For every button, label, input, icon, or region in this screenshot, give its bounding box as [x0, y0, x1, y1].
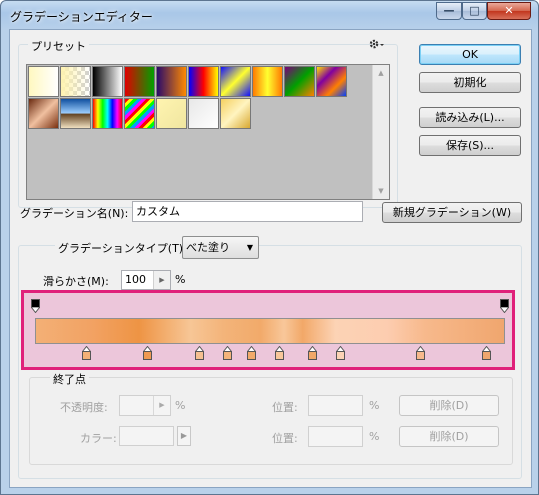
preset-swatch-spectrum[interactable] — [92, 98, 123, 129]
preset-scrollbar[interactable]: ▲ ▼ — [372, 65, 389, 199]
stops-group-label: 終了点 — [50, 371, 89, 387]
smoothness-unit: % — [175, 273, 186, 286]
smoothness-stepper-icon[interactable]: ▶ — [153, 271, 170, 289]
preset-swatch-violet-green-orange[interactable] — [284, 66, 315, 97]
close-button[interactable]: ✕ — [487, 2, 531, 20]
color-stop[interactable] — [274, 345, 284, 360]
dropdown-arrow-icon: ▼ — [246, 243, 253, 252]
color-stop[interactable] — [481, 345, 491, 360]
color-stop[interactable] — [307, 345, 317, 360]
color-stop[interactable] — [143, 345, 153, 360]
opacity-stop[interactable] — [30, 299, 40, 314]
color-stop[interactable] — [82, 345, 92, 360]
color-label: カラー: — [80, 432, 117, 445]
opacity-stop[interactable] — [499, 299, 509, 314]
scroll-up-icon[interactable]: ▲ — [373, 65, 389, 81]
color-stop[interactable] — [195, 345, 204, 360]
maximize-button[interactable]: □ — [462, 2, 487, 20]
presets-label: プリセット — [28, 38, 89, 54]
opacity-input[interactable]: ▶ — [119, 395, 171, 416]
gradient-name-label: グラデーション名(N): — [20, 207, 129, 220]
preset-swatch-transparent-checker[interactable] — [188, 98, 219, 129]
maximize-icon: □ — [469, 4, 480, 17]
delete-opacity-stop-button[interactable]: 削除(D) — [399, 395, 499, 416]
smoothness-label: 滑らかさ(M): — [43, 275, 109, 288]
save-button[interactable]: 保存(S)... — [419, 135, 521, 156]
scroll-down-icon[interactable]: ▼ — [373, 183, 389, 199]
title-bar[interactable]: グラデーションエディター — □ ✕ — [1, 1, 538, 29]
gradient-editor-window: グラデーションエディター — □ ✕ プリセット ▲ ▼ OK 初期化 読み込み… — [0, 0, 539, 495]
ok-button[interactable]: OK — [419, 44, 521, 65]
opacity-position-unit: % — [369, 399, 380, 412]
preset-swatch-violet-orange[interactable] — [156, 66, 187, 97]
preset-swatch-blue-yellow-blue[interactable] — [220, 66, 251, 97]
preset-swatch-transparent-rainbow[interactable] — [124, 98, 155, 129]
preset-swatch-red-green[interactable] — [124, 66, 155, 97]
preset-swatch-copper[interactable] — [28, 98, 59, 129]
preset-swatch-orange-yellow-orange[interactable] — [252, 66, 283, 97]
opacity-position-input[interactable] — [308, 395, 363, 416]
load-button[interactable]: 読み込み(L)... — [419, 107, 521, 128]
minimize-button[interactable]: — — [436, 2, 462, 20]
minimize-icon: — — [443, 4, 455, 17]
color-stop[interactable] — [223, 345, 233, 360]
color-position-label: 位置: — [272, 432, 298, 445]
preset-swatch-yellow-violet-orange-blue[interactable] — [316, 66, 347, 97]
gradient-type-value: べた塗り — [186, 241, 230, 254]
close-icon: ✕ — [504, 4, 514, 17]
opacity-stepper-icon[interactable]: ▶ — [153, 396, 170, 415]
gradient-type-label: グラデーションタイプ(T): — [55, 240, 190, 256]
smoothness-input[interactable]: 100 ▶ — [121, 270, 171, 290]
window-title: グラデーションエディター — [10, 10, 153, 24]
opacity-label: 不透明度: — [60, 401, 108, 414]
preset-swatch-chrome[interactable] — [60, 98, 91, 129]
preset-swatch-foreground-to-transparent[interactable] — [60, 66, 91, 97]
color-swatch[interactable] — [119, 426, 174, 446]
new-gradient-button[interactable]: 新規グラデーション(W) — [382, 202, 522, 223]
preset-swatch-list[interactable]: ▲ ▼ — [26, 64, 390, 200]
gradient-preview-bar[interactable] — [35, 318, 505, 344]
color-stop[interactable] — [246, 345, 256, 360]
gradient-name-input[interactable]: カスタム — [132, 201, 363, 222]
preset-swatch-gold[interactable] — [220, 98, 251, 129]
color-stop[interactable] — [336, 345, 345, 360]
gradient-type-select[interactable]: べた塗り ▼ — [182, 236, 259, 259]
preset-swatch-black-white[interactable] — [92, 66, 123, 97]
preset-swatch-blue-red-yellow[interactable] — [188, 66, 219, 97]
delete-color-stop-button[interactable]: 削除(D) — [399, 426, 499, 447]
reset-button[interactable]: 初期化 — [419, 72, 521, 93]
color-position-input[interactable] — [308, 426, 363, 447]
color-position-unit: % — [369, 430, 380, 443]
smoothness-value: 100 — [125, 273, 146, 286]
stops-group — [29, 377, 513, 465]
color-stop[interactable] — [415, 345, 425, 360]
gear-icon[interactable] — [367, 37, 385, 51]
preset-swatch-foreground-to-background[interactable] — [28, 66, 59, 97]
preset-swatch-transparent-stripes[interactable] — [156, 98, 187, 129]
opacity-unit: % — [175, 399, 186, 412]
opacity-position-label: 位置: — [272, 401, 298, 414]
color-menu-arrow-icon[interactable]: ▶ — [177, 426, 191, 446]
